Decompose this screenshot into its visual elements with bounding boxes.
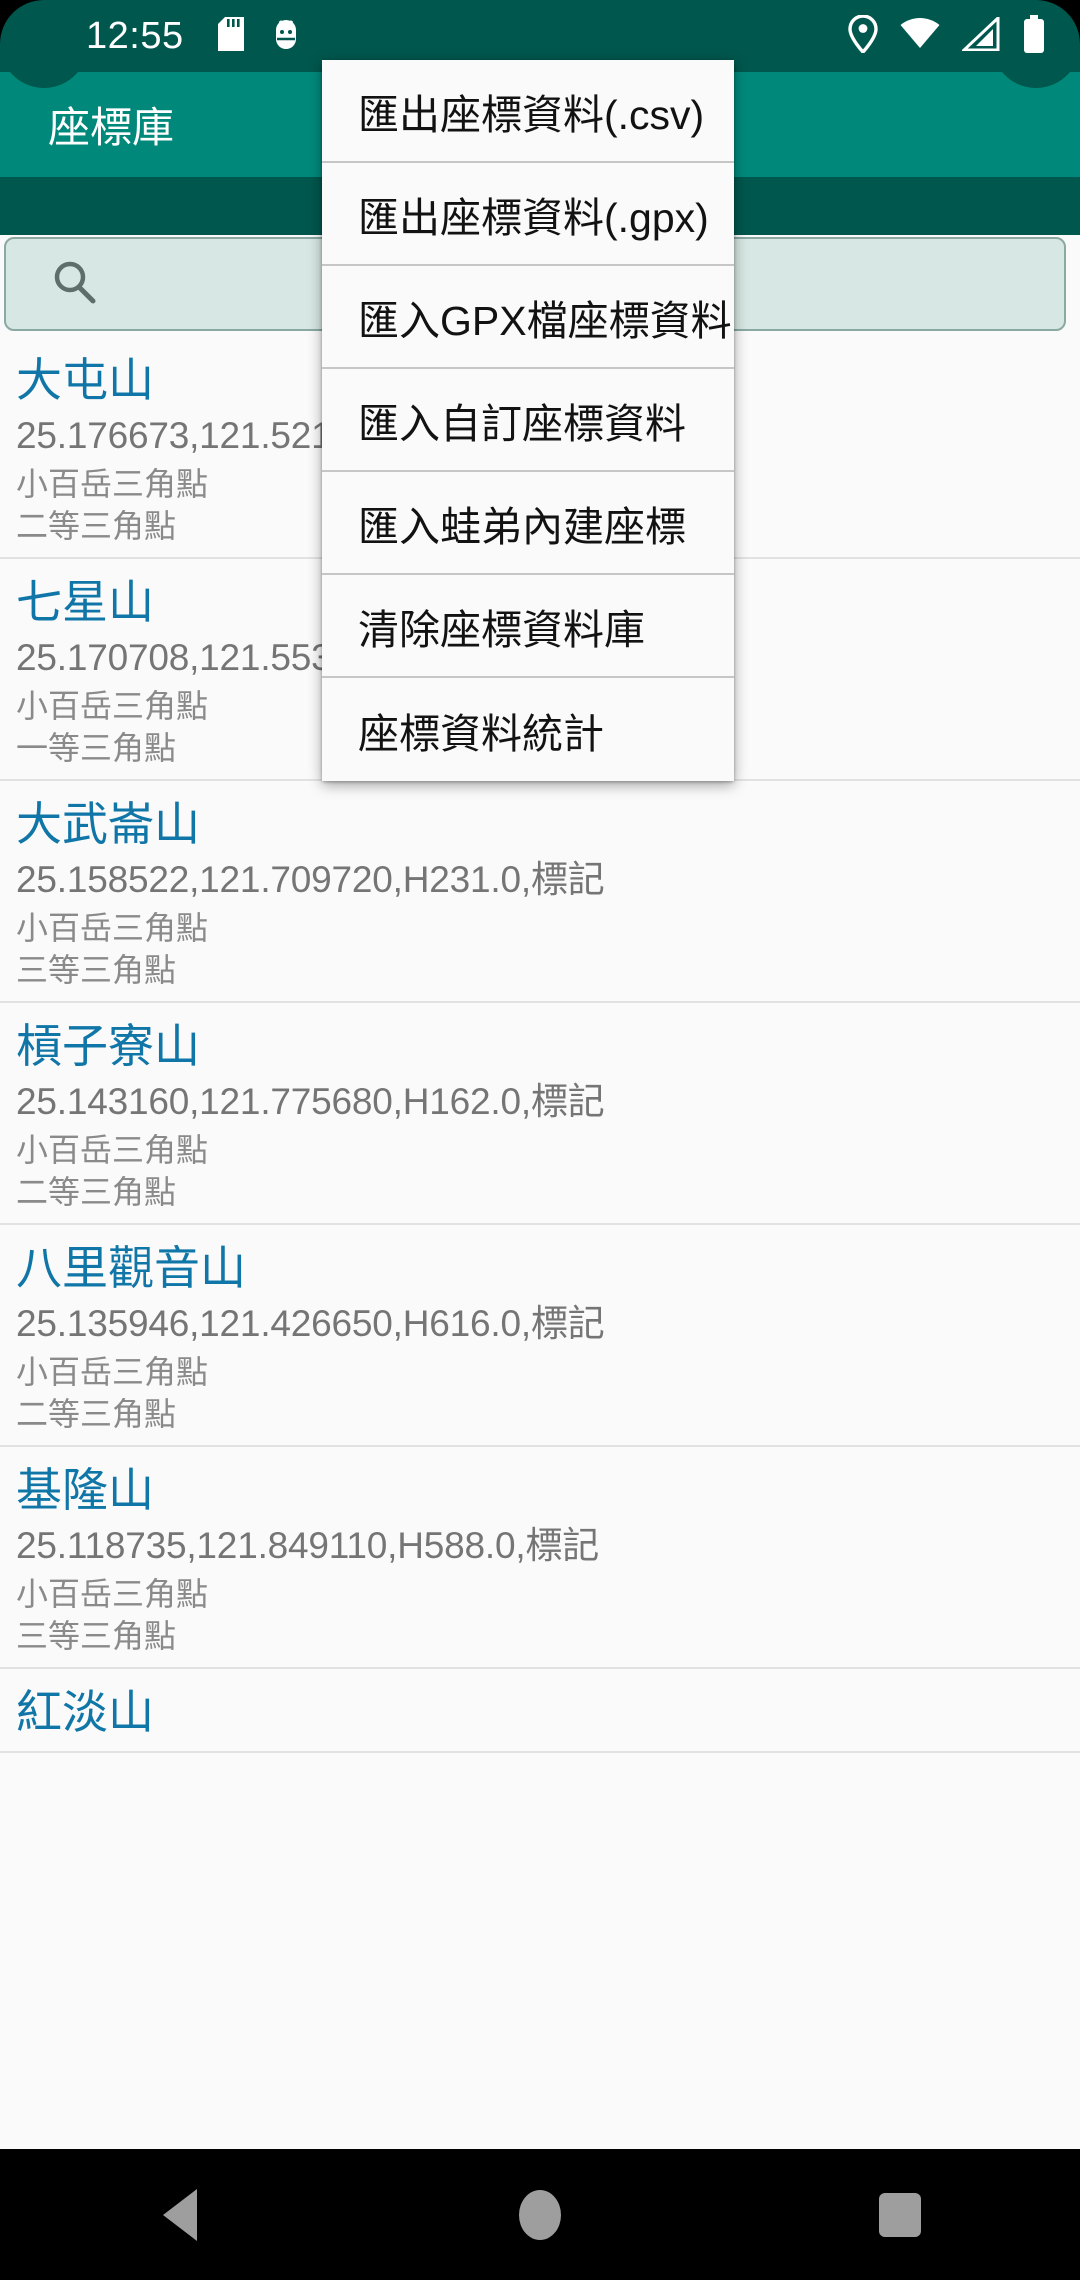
back-button[interactable]	[90, 2149, 270, 2280]
list-item-tag-primary: 小百岳三角點	[16, 910, 209, 946]
list-item-tag-secondary: 三等三角點	[16, 1618, 177, 1654]
status-bar-left-icons	[217, 16, 302, 56]
list-item-name: 紅淡山	[16, 1686, 154, 1738]
home-circle-icon	[519, 2189, 561, 2240]
status-bar-clock: 12:55	[86, 14, 184, 57]
list-item-coordinate: 25.118735,121.849110,H588.0,標記	[16, 1525, 600, 1566]
recents-square-icon	[879, 2192, 921, 2237]
menu-item-import-gpx[interactable]: 匯入GPX檔座標資料	[322, 266, 734, 369]
list-item-name: 大武崙山	[16, 798, 200, 850]
sd-card-icon	[217, 16, 244, 56]
list-item[interactable]: 八里觀音山 25.135946,121.426650,H616.0,標記 小百岳…	[0, 1225, 1080, 1447]
list-item-tag-secondary: 二等三角點	[16, 1396, 177, 1432]
list-item[interactable]: 紅淡山	[0, 1669, 1080, 1753]
list-item-name: 基隆山	[16, 1464, 154, 1516]
list-item[interactable]: 槓子寮山 25.143160,121.775680,H162.0,標記 小百岳三…	[0, 1003, 1080, 1225]
menu-item-import-custom[interactable]: 匯入自訂座標資料	[322, 369, 734, 472]
cell-signal-icon	[960, 14, 1000, 56]
system-navigation-bar	[0, 2149, 1080, 2280]
bug-report-icon	[270, 17, 302, 56]
battery-icon	[1022, 14, 1046, 58]
menu-item-import-builtin[interactable]: 匯入蛙弟內建座標	[322, 472, 734, 575]
list-item-tag-primary: 小百岳三角點	[16, 1354, 209, 1390]
phone-screen: 12:55 座標庫 大屯山 25.176673,121.521960,H1092…	[0, 0, 1080, 2280]
status-bar-right-icons	[848, 0, 1046, 72]
menu-item-clear-database[interactable]: 清除座標資料庫	[322, 575, 734, 678]
list-item[interactable]: 大武崙山 25.158522,121.709720,H231.0,標記 小百岳三…	[0, 781, 1080, 1003]
list-item-tag-secondary: 二等三角點	[16, 1174, 177, 1210]
list-item-tag-primary: 小百岳三角點	[16, 1132, 209, 1168]
page-title: 座標庫	[48, 104, 175, 151]
list-item-coordinate: 25.135946,121.426650,H616.0,標記	[16, 1303, 605, 1344]
menu-item-export-gpx[interactable]: 匯出座標資料(.gpx)	[322, 163, 734, 266]
screen-corner-left	[0, 0, 88, 88]
search-icon	[50, 258, 98, 311]
list-item-name: 八里觀音山	[16, 1242, 246, 1294]
list-item-name: 槓子寮山	[16, 1020, 200, 1072]
list-item-tag-secondary: 三等三角點	[16, 952, 177, 988]
list-item-coordinate: 25.143160,121.775680,H162.0,標記	[16, 1081, 605, 1122]
location-pin-icon	[848, 13, 878, 58]
menu-item-export-csv[interactable]: 匯出座標資料(.csv)	[322, 60, 734, 163]
list-item[interactable]: 基隆山 25.118735,121.849110,H588.0,標記 小百岳三角…	[0, 1447, 1080, 1669]
list-item-coordinate: 25.158522,121.709720,H231.0,標記	[16, 859, 605, 900]
recents-button[interactable]	[810, 2149, 990, 2280]
back-triangle-icon	[163, 2188, 197, 2241]
wifi-icon	[900, 17, 940, 55]
list-item-tag-primary: 小百岳三角點	[16, 1576, 209, 1612]
menu-item-statistics[interactable]: 座標資料統計	[322, 678, 734, 781]
home-button[interactable]	[450, 2149, 630, 2280]
overflow-menu[interactable]: 匯出座標資料(.csv) 匯出座標資料(.gpx) 匯入GPX檔座標資料 匯入自…	[322, 60, 734, 781]
